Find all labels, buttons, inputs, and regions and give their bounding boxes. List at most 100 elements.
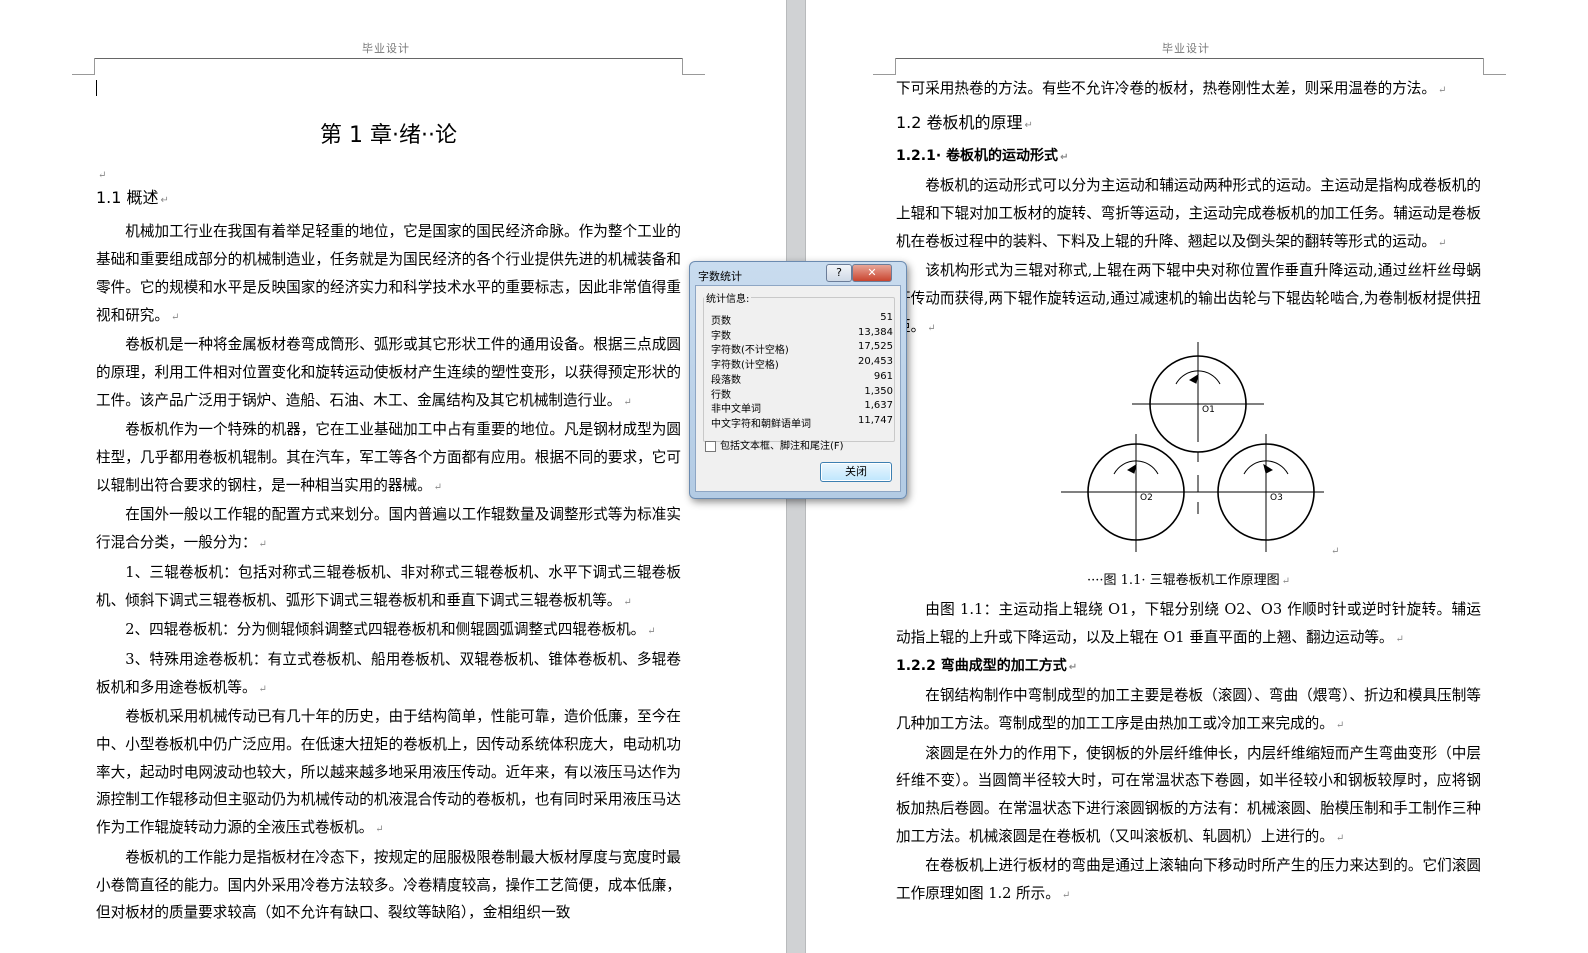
roll-label-o3: O3: [1270, 493, 1283, 503]
subsection-heading: 1.2.1· 卷板机的运动形式 ↵: [896, 143, 1481, 172]
stat-label: 字符数(计空格): [711, 360, 779, 372]
paragraph: 在钢结构制作中弯制成型的加工主要是卷板（滚圆）、弯曲（煨弯）、折边和模具压制等几…: [896, 682, 1481, 739]
close-button[interactable]: 关闭: [820, 462, 892, 482]
stat-label: 字数: [711, 330, 731, 342]
roll-label-o2: O2: [1140, 493, 1153, 503]
stat-row: 页数 51: [711, 312, 893, 327]
roll-label-o1: O1: [1202, 405, 1215, 415]
stat-value: 20,453: [858, 356, 893, 368]
paragraph-text: 由图 1.1：主运动指上辊绕 O1，下辊分别绕 O2、O3 作顺时针或逆时针旋转…: [896, 601, 1481, 646]
paragraph: 由图 1.1：主运动指上辊绕 O1，下辊分别绕 O2、O3 作顺时针或逆时针旋转…: [896, 596, 1481, 653]
stat-row: 行数 1,350: [711, 386, 893, 401]
stat-value: 11,747: [858, 414, 893, 426]
include-textbox-footnote-option[interactable]: 包括文本框、脚注和尾注(F): [705, 437, 844, 452]
paragraph: 卷板机是一种将金属板材卷弯成筒形、弧形或其它形状工件的通用设备。根据三点成圆的原…: [96, 331, 681, 416]
paragraph-mark: ↵: [1061, 890, 1071, 902]
paragraph-mark: ↵: [375, 824, 384, 836]
paragraph-mark: ↵: [1335, 832, 1345, 844]
paragraph-mark: ↵: [1395, 633, 1404, 645]
margin-corner-mark: [72, 58, 95, 75]
stat-row: 中文字符和朝鲜语单词 11,747: [711, 415, 893, 430]
stat-label: 字符数(不计空格): [711, 345, 789, 357]
stat-label: 页数: [711, 316, 731, 327]
paragraph-text: 滚圆是在外力的作用下，使钢板的外层纤维伸长，内层纤维缩短而产生弯曲变形（中层纤维…: [896, 744, 1481, 845]
document-page-left[interactable]: 毕业设计 第 1 章·绪··论 ↵ 1.1 概述 ↵ 机械加工行业在我国有着举足轻重的地…: [0, 0, 786, 953]
page-header: 毕业设计: [1162, 42, 1210, 55]
paragraph-mark: ↵: [623, 396, 632, 408]
paragraph: 在国外一般以工作辊的配置方式来划分。国内普遍以工作辊数量及调整形式等为标准实行混…: [96, 501, 681, 558]
paragraph: 在卷板机上进行板材的弯曲是通过上滚轴向下移动时所产生的压力来达到的。它们滚圆工作…: [896, 852, 1481, 909]
document-page-right[interactable]: 毕业设计 下可采用热卷的方法。有些不允许冷卷的板材，热卷刚性太差，则采用温卷的方…: [806, 0, 1588, 953]
paragraph-mark: ↵: [1437, 237, 1447, 249]
paragraph: 卷板机采用机械传动已有几十年的历史，由于结构简单，性能可靠，造价低廉，至今在中、…: [96, 703, 681, 844]
paragraph-text: 卷板机采用机械传动已有几十年的历史，由于结构简单，性能可靠，造价低廉，至今在中、…: [96, 708, 681, 837]
stat-row: 段落数 961: [711, 371, 893, 386]
paragraph-mark: ↵: [1281, 576, 1290, 588]
paragraph-mark: ↵: [623, 596, 632, 608]
page-header: 毕业设计: [362, 42, 410, 55]
include-textbox-checkbox[interactable]: [705, 440, 716, 452]
paragraph-mark: ↵: [433, 481, 443, 493]
paragraph: 该机构形式为三辊对称式,上辊在两下辊中央对称位置作垂直升降运动,通过丝杆丝母蜗杆…: [896, 257, 1481, 342]
paragraph-text: 3、特殊用途卷板机：有立式卷板机、船用卷板机、双辊卷板机、锥体卷板机、多辊卷板机…: [96, 650, 681, 696]
paragraph-mark: ↵: [927, 322, 936, 334]
paragraph: 卷板机的工作能力是指板材在冷态下，按规定的屈服极限卷制最大板材厚度与宽度时最小卷…: [96, 844, 681, 927]
subsection-heading: 1.2.2 弯曲成型的加工方式 ↵: [896, 653, 1481, 682]
document-body[interactable]: 第 1 章·绪··论 ↵ 1.1 概述 ↵ 机械加工行业在我国有着举足轻重的地位，它是国…: [96, 78, 681, 927]
paragraph: 1、三辊卷板机：包括对称式三辊卷板机、非对称式三辊卷板机、水平下调式三辊卷板机、…: [96, 559, 681, 616]
paragraph-text: 下可采用热卷的方法。有些不允许冷卷的板材，热卷刚性太差，则采用温卷的方法。: [896, 80, 1436, 97]
paragraph: 卷板机作为一个特殊的机器，它在工业基础加工中占有重要的地位。凡是钢材成型为圆柱型…: [96, 416, 681, 501]
paragraph-mark: ↵: [1060, 152, 1069, 164]
paragraph: 2、四辊卷板机：分为侧辊倾斜调整式四辊卷板机和侧辊圆弧调整式四辊卷板机。 ↵: [96, 616, 681, 646]
figure-three-roll: O1 O2 O3 ↵: [896, 342, 1481, 567]
stat-value: 1,350: [864, 385, 893, 397]
paragraph-text: 在国外一般以工作辊的配置方式来划分。国内普遍以工作辊数量及调整形式等为标准实行混…: [96, 506, 681, 552]
subsection-heading-text: 1.2.1· 卷板机的运动形式: [896, 148, 1059, 165]
dialog-body: 统计信息: 页数 51 字数 13,384 字符数(不计空格) 17,525 字符数(计空格…: [695, 285, 901, 492]
word-count-dialog[interactable]: 字数统计 ? ✕ 统计信息: 页数 51 字数 13,384 字符数(不计空格) 17,5…: [689, 261, 907, 499]
close-icon[interactable]: ✕: [852, 264, 892, 282]
help-button[interactable]: ?: [826, 264, 852, 282]
section-heading: 1.1 概述 ↵: [96, 184, 681, 215]
section-heading-text: 1.1 概述: [96, 187, 159, 207]
header-divider: [895, 58, 1483, 59]
stat-label: 段落数: [711, 374, 741, 386]
stat-row: 字符数(计空格) 20,453: [711, 356, 893, 371]
chapter-title: 第 1 章·绪··论: [320, 122, 457, 148]
paragraph: 3、特殊用途卷板机：有立式卷板机、船用卷板机、双辊卷板机、锥体卷板机、多辊卷板机…: [96, 646, 681, 703]
svg-text:↵: ↵: [1331, 546, 1339, 557]
document-body[interactable]: 下可采用热卷的方法。有些不允许冷卷的板材，热卷刚性太差，则采用温卷的方法。 ↵ 1.…: [896, 75, 1481, 910]
section-heading-text: 1.2 卷板机的原理: [896, 112, 1023, 132]
paragraph: 下可采用热卷的方法。有些不允许冷卷的板材，热卷刚性太差，则采用温卷的方法。 ↵: [896, 75, 1481, 105]
paragraph-text: 卷板机的运动形式可以分为主运动和辅运动两种形式的运动。主运动是指构成卷板机的上辊…: [896, 177, 1481, 250]
paragraph-text: 卷板机的工作能力是指板材在冷态下，按规定的屈服极限卷制最大板材厚度与宽度时最小卷…: [96, 848, 681, 922]
paragraph: 卷板机的运动形式可以分为主运动和辅运动两种形式的运动。主运动是指构成卷板机的上辊…: [896, 172, 1481, 257]
paragraph-mark: ↵: [1024, 119, 1033, 131]
paragraph: 机械加工行业在我国有着举足轻重的地位，它是国家的国民经济命脉。作为整个工业的基础…: [96, 218, 681, 331]
stat-value: 17,525: [858, 341, 893, 353]
paragraph-text: 卷板机作为一个特殊的机器，它在工业基础加工中占有重要的地位。凡是钢材成型为圆柱型…: [96, 421, 681, 494]
stat-value: 13,384: [858, 326, 893, 338]
paragraph: 滚圆是在外力的作用下，使钢板的外层纤维伸长，内层纤维缩短而产生弯曲变形（中层纤维…: [896, 740, 1481, 853]
stat-label: 行数: [711, 389, 731, 401]
stat-value: 51: [880, 312, 893, 323]
paragraph-mark: ↵: [647, 626, 656, 638]
margin-corner-mark: [682, 58, 705, 75]
paragraph-mark: ↵: [258, 683, 267, 695]
subsection-heading-text: 1.2.2 弯曲成型的加工方式: [896, 658, 1067, 675]
paragraph-mark: ↵: [160, 194, 169, 206]
paragraph-mark: ↵: [1335, 719, 1345, 731]
stat-row: 非中文单词 1,637: [711, 400, 893, 415]
paragraph-mark: ↵: [1437, 85, 1447, 96]
paragraph-text: 1、三辊卷板机：包括对称式三辊卷板机、非对称式三辊卷板机、水平下调式三辊卷板机、…: [96, 563, 681, 609]
paragraph-text: 2、四辊卷板机：分为侧辊倾斜调整式四辊卷板机和侧辊圆弧调整式四辊卷板机。: [125, 621, 646, 639]
paragraph-text: 卷板机是一种将金属板材卷弯成筒形、弧形或其它形状工件的通用设备。根据三点成圆的原…: [96, 336, 681, 409]
figure-caption: ····图 1.1· 三辊卷板机工作原理图 ↵: [896, 567, 1481, 596]
text-cursor: [96, 80, 97, 96]
margin-corner-mark: [873, 58, 896, 75]
checkbox-label: 包括文本框、脚注和尾注(F): [720, 441, 844, 452]
paragraph-text: 机械加工行业在我国有着举足轻重的地位，它是国家的国民经济命脉。作为整个工业的基础…: [96, 223, 681, 324]
stat-label: 中文字符和朝鲜语单词: [711, 418, 811, 430]
section-heading: 1.2 卷板机的原理 ↵: [896, 109, 1481, 140]
three-roll-diagram: O1 O2 O3 ↵: [1061, 342, 1339, 557]
